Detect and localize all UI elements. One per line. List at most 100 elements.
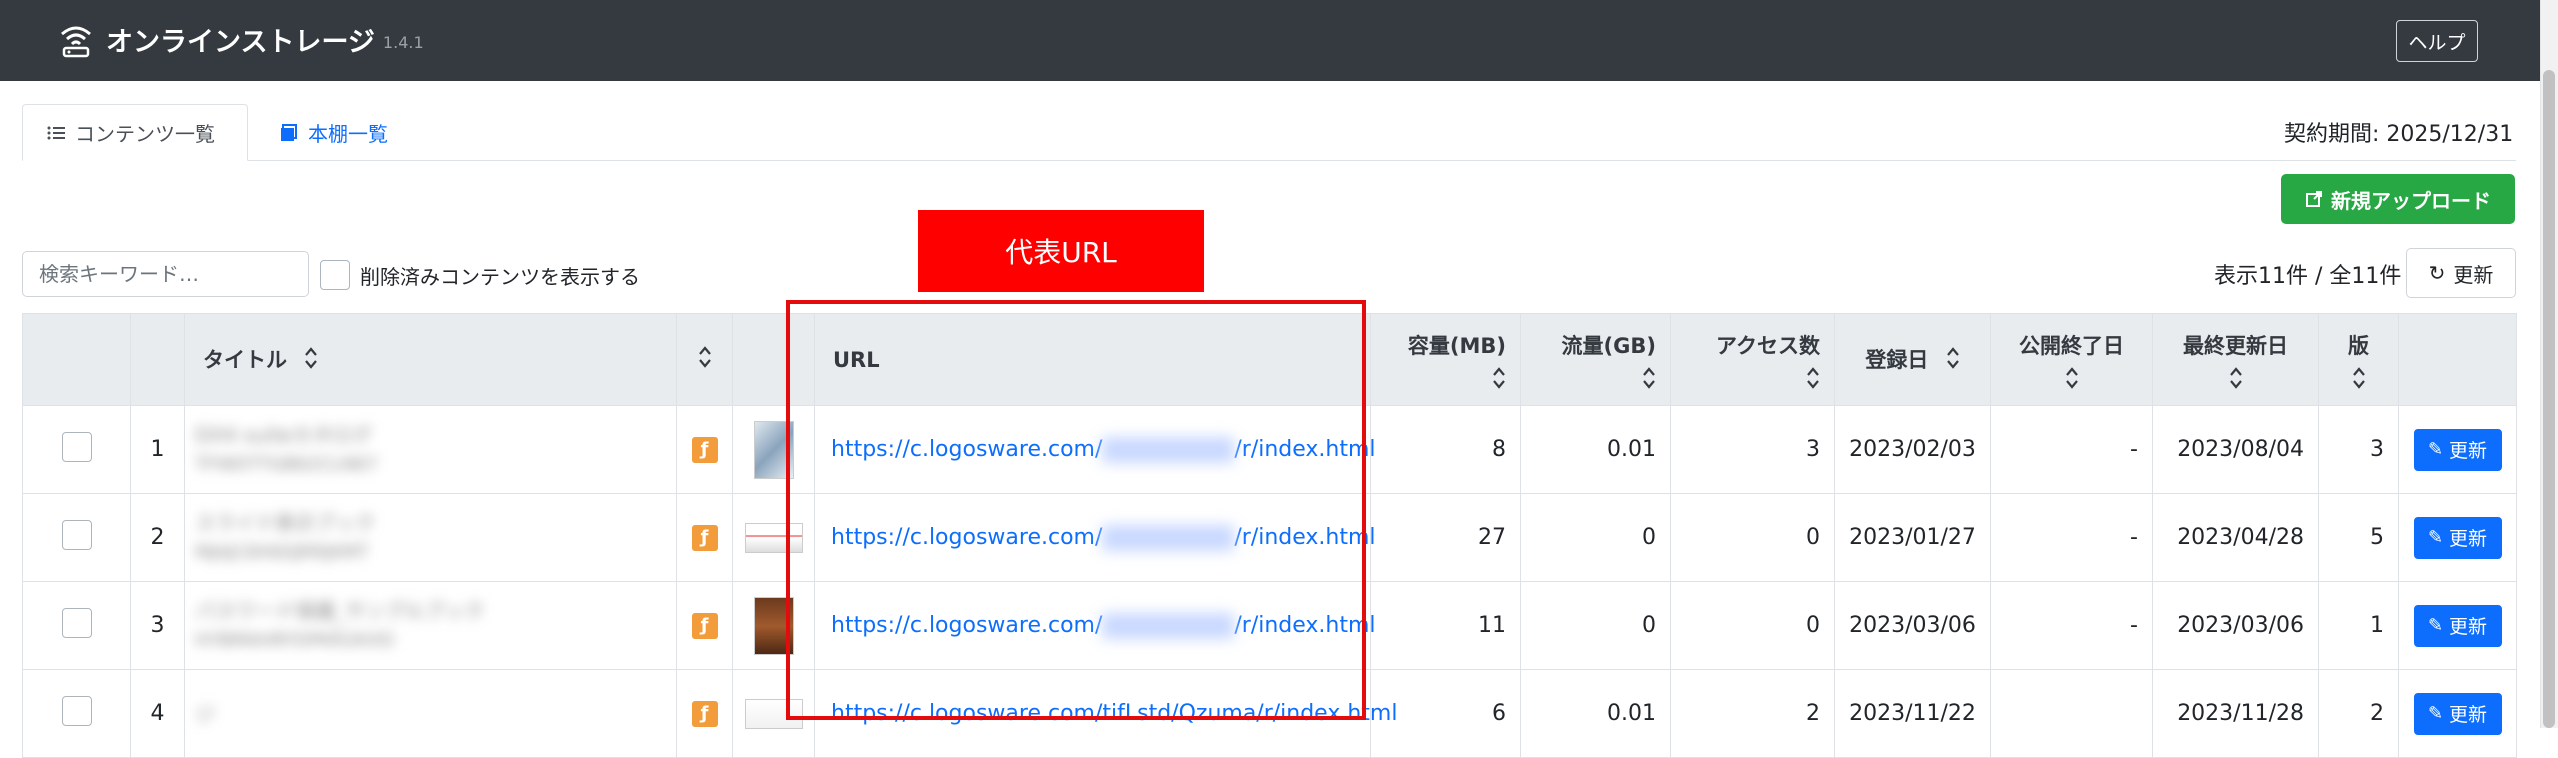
header-access-label: アクセス数 (1716, 333, 1820, 358)
row-number: 3 (130, 581, 185, 670)
row-registered: 2023/11/22 (1834, 669, 1991, 758)
row-title[interactable]: スライド表示ブック MJAJC8X6DJRRJKMT (185, 508, 676, 568)
row-update-label: 更新 (2449, 616, 2488, 638)
header-traffic[interactable]: 流量(GB) (1520, 313, 1671, 406)
refresh-button[interactable]: ↻ 更新 (2406, 248, 2516, 298)
header-thumbnail (732, 313, 815, 406)
row-updated: 2023/08/04 (2152, 405, 2319, 494)
row-url[interactable]: https://c.logosware.com/ /r/index.html (814, 493, 1376, 582)
sort-icon[interactable] (304, 346, 318, 375)
row-update-button[interactable]: ✎ 更新 (2413, 428, 2502, 471)
row-number: 2 (130, 493, 185, 582)
table-row[interactable]: 2 スライド表示ブック MJAJC8X6DJRRJKMT ƒ https://c… (22, 493, 2517, 582)
row-title[interactable]: DX4 suiteカタログ TFWDTTGB62CLN67 (185, 420, 676, 480)
table-row[interactable]: 1 DX4 suiteカタログ TFWDTTGB62CLN67 ƒ https:… (22, 405, 2517, 494)
row-traffic: 0 (1520, 581, 1671, 670)
row-updated: 2023/04/28 (2152, 493, 2319, 582)
row-title-line2: TFWDTTGB62CLN67 (195, 453, 378, 475)
header-version[interactable]: 版 (2318, 313, 2399, 406)
scrollbar-thumb[interactable] (2543, 70, 2555, 728)
row-update-button[interactable]: ✎ 更新 (2413, 516, 2502, 559)
new-upload-button[interactable]: 新規アップロード (2281, 174, 2515, 224)
row-number: 1 (130, 405, 185, 494)
sort-icon[interactable] (2229, 366, 2243, 390)
row-updated: 2023/03/06 (2152, 581, 2319, 670)
row-url[interactable]: https://c.logosware.com/ /r/index.html (814, 405, 1376, 494)
header-updated-label: 最終更新日 (2183, 333, 2288, 358)
external-upload-icon (2306, 191, 2322, 207)
table-row[interactable]: 3 パスワード保護_サンプルブック HYBMAHRYDPKR2KXD ƒ htt… (22, 581, 2517, 670)
row-registered: 2023/02/03 (1834, 405, 1991, 494)
flash-type-icon: ƒ (691, 701, 718, 727)
row-version: 5 (2318, 493, 2399, 582)
row-title[interactable]: ジ (185, 699, 676, 729)
header-registered[interactable]: 登録日 (1834, 313, 1991, 406)
book-thumbnail[interactable] (744, 522, 803, 553)
tab-content-list[interactable]: コンテンツ一覧 (22, 104, 248, 161)
book-thumbnail[interactable] (753, 420, 794, 479)
pencil-icon: ✎ (2427, 439, 2444, 460)
help-button[interactable]: ヘルプ (2396, 20, 2478, 62)
row-checkbox[interactable] (61, 695, 92, 726)
header-title-label: タイトル (203, 347, 287, 372)
header-size[interactable]: 容量(MB) (1370, 313, 1521, 406)
row-update-button[interactable]: ✎ 更新 (2413, 692, 2502, 735)
row-url[interactable]: https://c.logosware.com/ /r/index.html (814, 581, 1376, 670)
row-size: 8 (1370, 405, 1521, 494)
row-access: 2 (1670, 669, 1835, 758)
sort-icon[interactable] (698, 345, 712, 374)
search-input[interactable] (22, 251, 309, 297)
sort-icon[interactable] (1492, 366, 1506, 390)
refresh-label: 更新 (2453, 262, 2494, 287)
row-traffic: 0.01 (1520, 669, 1671, 758)
header-publish-end[interactable]: 公開終了日 (1990, 313, 2153, 406)
header-url: URL (814, 313, 1371, 406)
row-update-button[interactable]: ✎ 更新 (2413, 604, 2502, 647)
brand[interactable]: オンラインストレージ 1.4.1 (58, 20, 424, 59)
row-title-line1: DX4 suiteカタログ (195, 422, 372, 447)
row-access: 0 (1670, 493, 1835, 582)
sort-icon[interactable] (2065, 366, 2079, 390)
row-checkbox[interactable] (61, 431, 92, 462)
row-size: 27 (1370, 493, 1521, 582)
sort-icon[interactable] (1946, 346, 1960, 375)
row-checkbox[interactable] (61, 607, 92, 638)
flash-type-icon: ƒ (691, 613, 718, 639)
row-traffic: 0.01 (1520, 405, 1671, 494)
row-title-line1: ジ (195, 701, 215, 726)
bookshelf-icon (281, 123, 297, 141)
row-title-line1: スライド表示ブック (195, 510, 375, 535)
header-number (130, 313, 185, 406)
show-deleted-toggle[interactable]: 削除済みコンテンツを表示する (320, 260, 640, 290)
annotation-label: 代表URL (918, 210, 1204, 292)
row-number: 4 (130, 669, 185, 758)
header-publish-end-label: 公開終了日 (2019, 333, 2124, 358)
sort-icon[interactable] (1642, 366, 1656, 390)
row-size: 11 (1370, 581, 1521, 670)
row-url-prefix: https://c.logosware.com/ (831, 436, 1103, 462)
table-row[interactable]: 4 ジ ƒ https://c.logosware.com/tifLstd/Qz… (22, 669, 2517, 758)
tab-bookshelf-list[interactable]: 本棚一覧 (256, 104, 412, 161)
book-thumbnail[interactable] (753, 596, 794, 655)
header-type[interactable] (676, 313, 733, 406)
show-deleted-label: 削除済みコンテンツを表示する (360, 264, 640, 289)
sort-icon[interactable] (1806, 366, 1820, 390)
book-thumbnail[interactable] (744, 698, 803, 729)
header-access[interactable]: アクセス数 (1670, 313, 1835, 406)
row-title[interactable]: パスワード保護_サンプルブック HYBMAHRYDPKR2KXD (185, 596, 676, 656)
new-upload-label: 新規アップロード (2331, 188, 2491, 213)
row-update-label: 更新 (2449, 440, 2488, 462)
header-registered-label: 登録日 (1865, 347, 1929, 372)
header-updated[interactable]: 最終更新日 (2152, 313, 2319, 406)
pencil-icon: ✎ (2427, 615, 2444, 636)
row-url-prefix: https://c.logosware.com/ (831, 524, 1103, 550)
row-access: 0 (1670, 581, 1835, 670)
row-url[interactable]: https://c.logosware.com/tifLstd/Qzuma/r/… (814, 669, 1397, 758)
show-deleted-checkbox[interactable] (320, 260, 350, 290)
row-url-suffix: /r/index.html (1234, 612, 1376, 638)
header-title[interactable]: タイトル (184, 313, 677, 406)
sort-icon[interactable] (2352, 366, 2366, 390)
row-url-prefix: https://c.logosware.com/tifLstd/Qzuma/r/… (831, 701, 1398, 726)
row-title-line2: HYBMAHRYDPKR2KXD (195, 629, 395, 651)
row-checkbox[interactable] (61, 519, 92, 550)
